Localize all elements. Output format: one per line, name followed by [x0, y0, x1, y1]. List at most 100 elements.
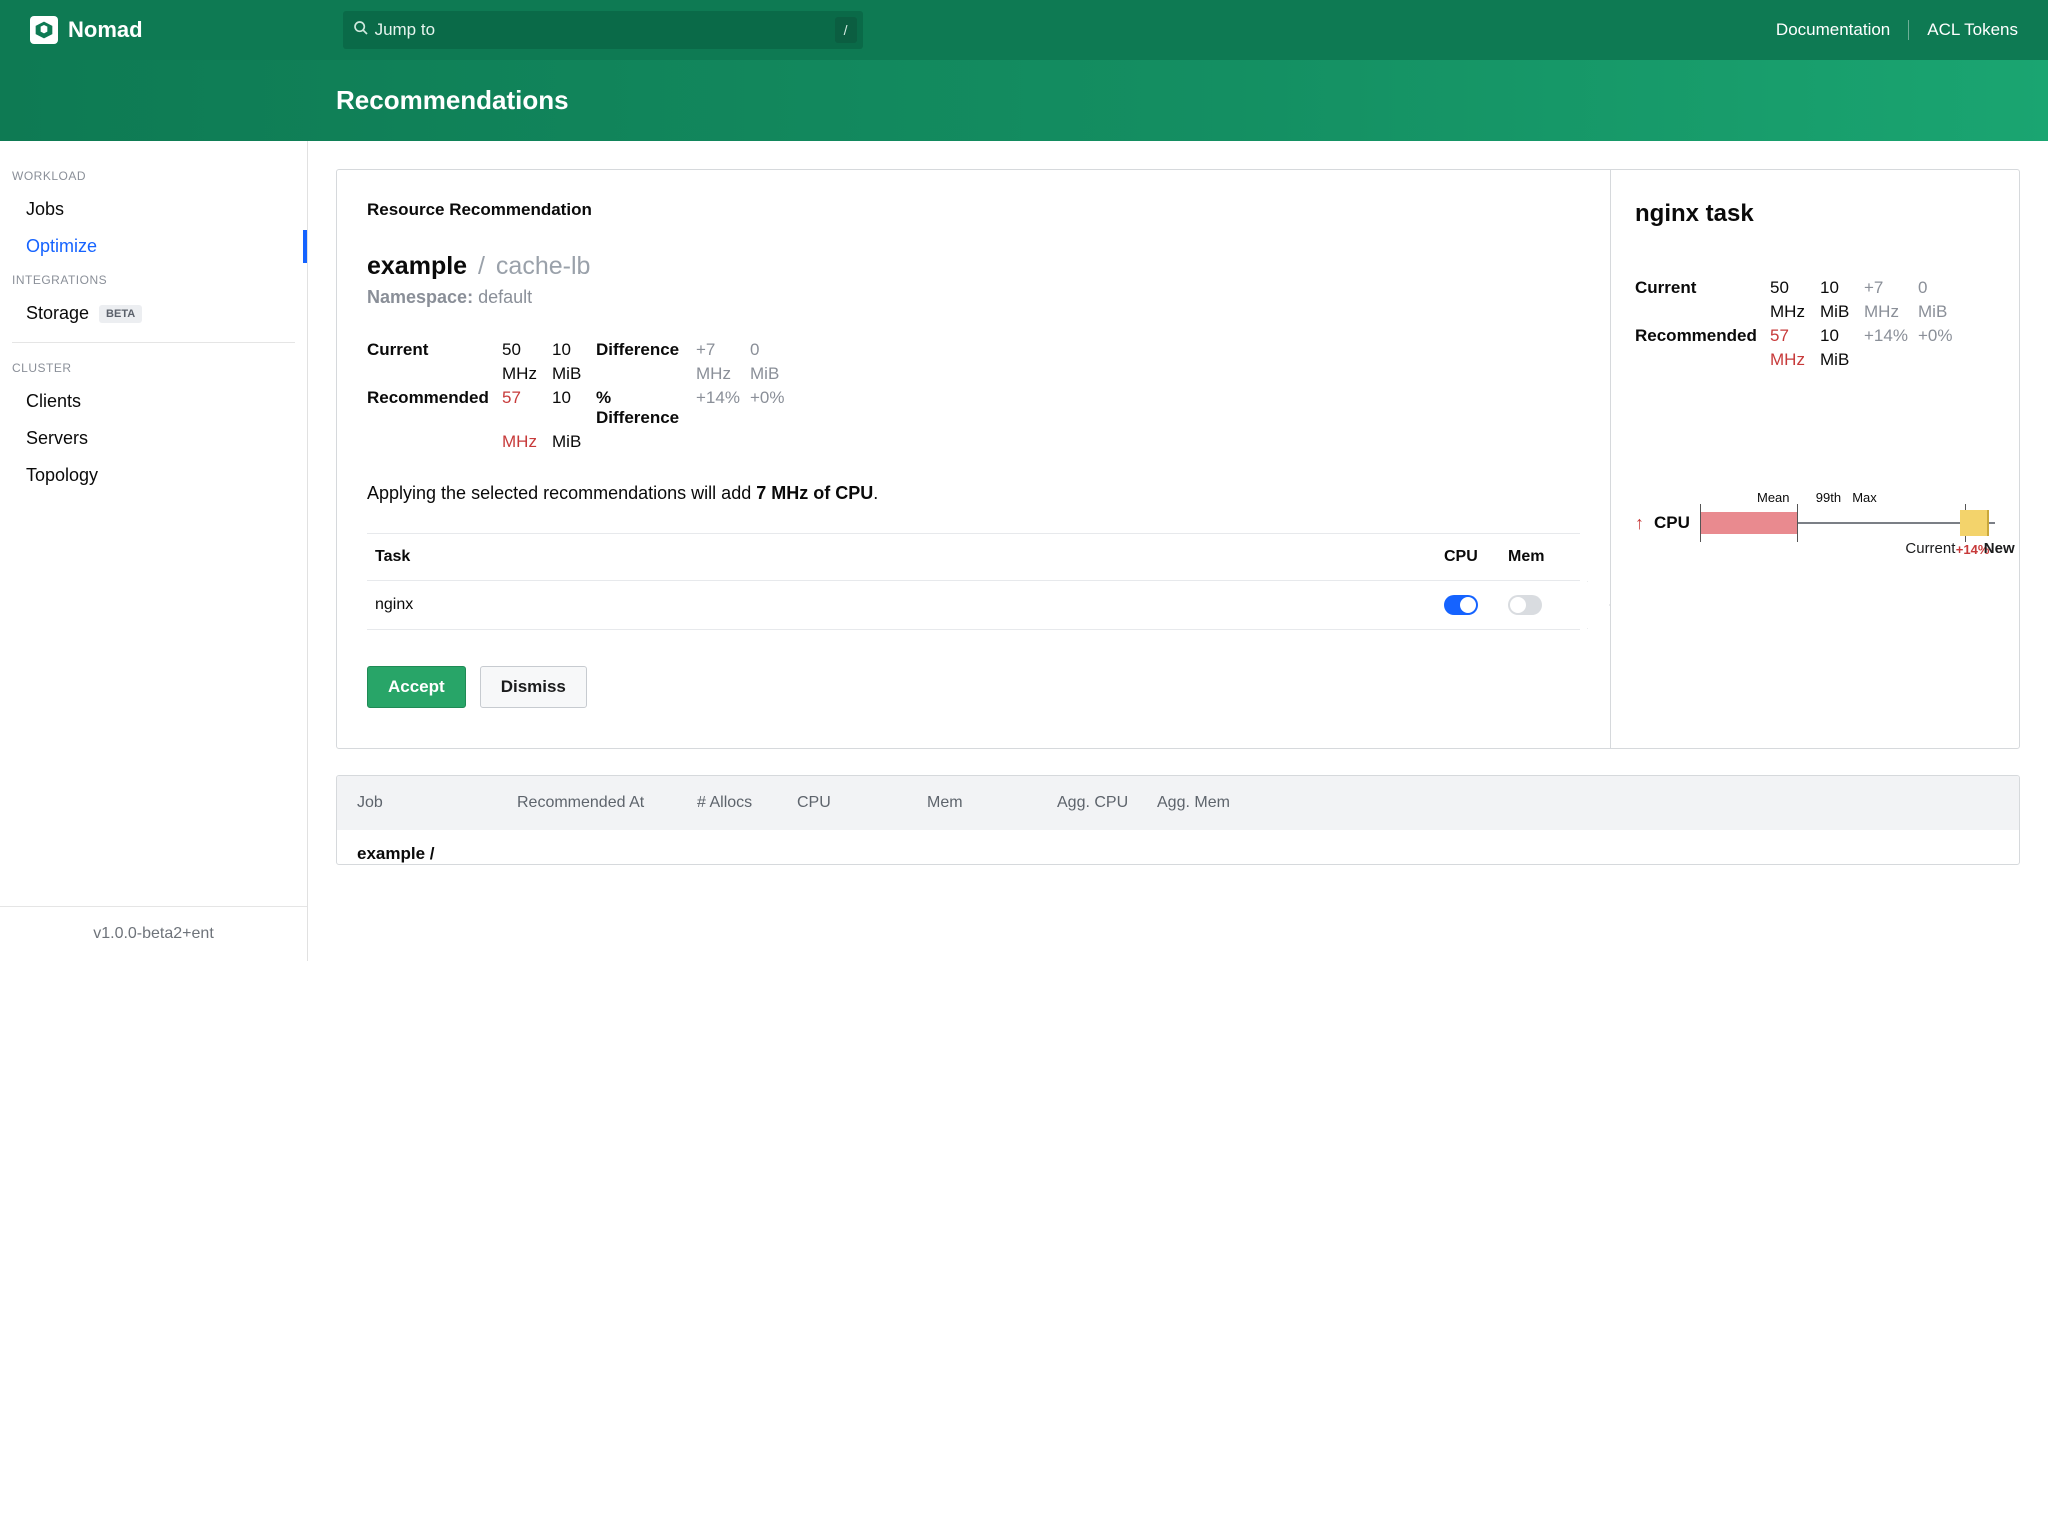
- chart-axis-label: CPU: [1654, 513, 1690, 533]
- recommendation-card: Resource Recommendation example / cache-…: [336, 169, 2020, 749]
- recommendations-table-header: Job Recommended At # Allocs CPU Mem Agg.…: [337, 776, 2019, 830]
- rec-cpu: 57: [502, 388, 552, 428]
- t-pct-mem: +0%: [1918, 326, 1962, 346]
- nomad-logo-icon: [30, 16, 58, 44]
- th-agg-mem: Agg. Mem: [1157, 794, 1257, 812]
- action-buttons: Accept Dismiss: [367, 666, 1580, 708]
- sidebar-item-clients[interactable]: Clients: [12, 383, 295, 420]
- th-rec-at: Recommended At: [517, 794, 697, 812]
- acl-tokens-link[interactable]: ACL Tokens: [1927, 20, 2018, 40]
- t-rec-mem: 10: [1820, 326, 1864, 346]
- diff-cpu-unit: MHz: [696, 364, 750, 384]
- chart-bar: [1700, 510, 1995, 536]
- current-mem-unit: MiB: [552, 364, 596, 384]
- stats-grid: Current 50 10 Difference +7 0 MHz MiB MH…: [367, 340, 1580, 452]
- diff-mem-unit: MiB: [750, 364, 794, 384]
- card-subhead: Resource Recommendation: [367, 200, 1580, 220]
- main-content: Resource Recommendation example / cache-…: [308, 141, 2048, 961]
- jump-to-search[interactable]: Jump to /: [343, 11, 863, 49]
- task-group-name: cache-lb: [496, 252, 591, 280]
- recommendations-table-row[interactable]: example /: [337, 830, 2019, 864]
- th-agg-cpu: Agg. CPU: [1057, 794, 1157, 812]
- th-cpu: CPU: [1444, 548, 1508, 566]
- version-label: v1.0.0-beta2+ent: [0, 906, 307, 943]
- task-table-header: Task CPU Mem: [367, 534, 1580, 580]
- documentation-link[interactable]: Documentation: [1776, 20, 1890, 40]
- job-separator: /: [474, 252, 489, 280]
- label-current: Current: [367, 340, 502, 360]
- t-diff-mem-unit: MiB: [1918, 302, 1962, 322]
- search-icon: [353, 20, 369, 41]
- t-diff-mem: 0: [1918, 278, 1962, 298]
- pct-cpu: +14%: [696, 388, 750, 428]
- th-task: Task: [375, 548, 1444, 566]
- brand-name: Nomad: [68, 17, 143, 43]
- th-allocs: # Allocs: [697, 794, 797, 812]
- t-current-mem-unit: MiB: [1820, 302, 1864, 322]
- tlabel-current: Current: [1635, 278, 1770, 298]
- t-rec-cpu: 57: [1770, 326, 1820, 346]
- cpu-toggle[interactable]: [1444, 595, 1478, 615]
- dismiss-button[interactable]: Dismiss: [480, 666, 587, 708]
- current-mem: 10: [552, 340, 596, 360]
- sidebar-item-servers[interactable]: Servers: [12, 420, 295, 457]
- namespace-line: Namespace: default: [367, 287, 1580, 308]
- sidebar-group-workload: WORKLOAD: [12, 161, 295, 191]
- sidebar-group-integrations: INTEGRATIONS: [12, 265, 295, 295]
- sidebar-group-cluster: CLUSTER: [12, 353, 295, 383]
- nav-divider: [1908, 20, 1909, 40]
- accept-button[interactable]: Accept: [367, 666, 466, 708]
- topnav-links: Documentation ACL Tokens: [1776, 20, 2018, 40]
- label-recommended: Recommended: [367, 388, 502, 428]
- chart-mean-label: Mean: [1757, 490, 1790, 505]
- sidebar-item-optimize[interactable]: Optimize: [12, 228, 295, 265]
- t-pct-cpu: +14%: [1864, 326, 1918, 346]
- sidebar-item-topology[interactable]: Topology: [12, 457, 295, 494]
- current-cpu-unit: MHz: [502, 364, 552, 384]
- tlabel-recommended: Recommended: [1635, 326, 1770, 346]
- pct-mem: +0%: [750, 388, 794, 428]
- rec-mem: 10: [552, 388, 596, 428]
- task-row-nginx[interactable]: nginx: [367, 580, 1580, 630]
- rec-cpu-unit: MHz: [502, 432, 552, 452]
- impact-sentence: Applying the selected recommendations wi…: [367, 480, 1580, 507]
- job-name: example: [367, 252, 467, 280]
- th-mem: Mem: [927, 794, 1057, 812]
- mem-toggle[interactable]: [1508, 595, 1542, 615]
- sidebar-item-jobs[interactable]: Jobs: [12, 191, 295, 228]
- row-job: example /: [357, 844, 517, 864]
- t-diff-cpu: +7: [1864, 278, 1918, 298]
- chart-max-label: Max: [1852, 490, 1877, 505]
- brand[interactable]: Nomad: [30, 16, 143, 44]
- current-cpu: 50: [502, 340, 552, 360]
- cpu-chart: Mean 99th Max ↑ CPU: [1635, 490, 1995, 562]
- chart-row: ↑ CPU: [1635, 510, 1995, 536]
- sidebar: WORKLOAD Jobs Optimize INTEGRATIONS Stor…: [0, 141, 308, 961]
- search-shortcut-key: /: [835, 17, 857, 43]
- th-job: Job: [357, 794, 517, 812]
- t-current-cpu-unit: MHz: [1770, 302, 1820, 322]
- task-name: nginx: [375, 596, 1444, 614]
- task-detail: nginx task Current 50 10 +7 0 MHz MiB MH…: [1611, 170, 2019, 748]
- th-cpu: CPU: [797, 794, 927, 812]
- diff-cpu: +7: [696, 340, 750, 360]
- sidebar-item-storage[interactable]: Storage BETA: [12, 295, 295, 332]
- page-title: Recommendations: [336, 85, 2048, 116]
- chart-new-label: New: [1984, 540, 2015, 557]
- task-detail-title: nginx task: [1635, 200, 1995, 228]
- job-title: example / cache-lb: [367, 252, 1580, 281]
- chart-top-labels: Mean 99th Max: [1715, 490, 1995, 510]
- top-nav: Nomad Jump to / Documentation ACL Tokens: [0, 0, 2048, 60]
- t-current-mem: 10: [1820, 278, 1864, 298]
- chart-bottom-labels: Current +14% New: [1715, 540, 1995, 562]
- t-rec-cpu-unit: MHz: [1770, 350, 1820, 370]
- t-rec-mem-unit: MiB: [1820, 350, 1864, 370]
- page-header: Recommendations: [0, 60, 2048, 141]
- recommendations-table: Job Recommended At # Allocs CPU Mem Agg.…: [336, 775, 2020, 865]
- arrow-up-icon: ↑: [1635, 513, 1644, 534]
- sidebar-divider: [12, 342, 295, 343]
- t-diff-cpu-unit: MHz: [1864, 302, 1918, 322]
- diff-mem: 0: [750, 340, 794, 360]
- label-pct-diff: % Difference: [596, 388, 696, 428]
- rec-mem-unit: MiB: [552, 432, 596, 452]
